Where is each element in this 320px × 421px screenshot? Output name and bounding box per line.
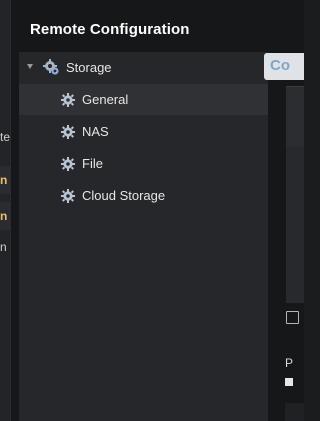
- tree-item-label: General: [82, 92, 129, 107]
- config-tree: Storage General NAS File Cloud Storage: [19, 52, 268, 421]
- config-tab[interactable]: Co: [264, 53, 304, 80]
- gear-icon: [61, 189, 75, 203]
- gear-icon: [61, 157, 75, 171]
- config-tab-label: Co: [270, 57, 290, 74]
- tree-item-label: File: [82, 156, 103, 171]
- expand-caret-icon[interactable]: [27, 64, 33, 69]
- config-content-panel: [286, 86, 304, 303]
- tree-item-general[interactable]: General: [19, 84, 268, 115]
- background-fragment: n: [0, 166, 10, 194]
- gear-icon: [61, 125, 75, 139]
- dialog-title: Remote Configuration: [30, 21, 190, 38]
- option-checkbox[interactable]: [286, 311, 299, 324]
- tree-item-cloud-storage[interactable]: Cloud Storage: [19, 180, 268, 211]
- tree-item-file[interactable]: File: [19, 148, 268, 179]
- bottom-bar: [285, 403, 304, 421]
- tree-item-label: Storage: [66, 60, 112, 75]
- storage-gear-icon: [43, 59, 59, 75]
- tree-item-storage[interactable]: Storage: [19, 52, 268, 83]
- remote-config-screen: te n n n Remote Configuration Storage Ge…: [0, 0, 304, 421]
- field-label: P: [285, 356, 294, 370]
- background-fragment: te: [0, 130, 10, 144]
- background-fragment: n: [0, 240, 7, 254]
- remote-configuration-dialog: Remote Configuration Storage General NAS…: [10, 0, 304, 421]
- gear-icon: [61, 93, 75, 107]
- tree-item-label: Cloud Storage: [82, 188, 166, 203]
- tree-item-label: NAS: [82, 124, 109, 139]
- background-app-strip: te n n n: [0, 0, 10, 421]
- slider-handle[interactable]: [285, 378, 293, 386]
- tree-item-nas[interactable]: NAS: [19, 116, 268, 147]
- background-fragment: n: [0, 202, 10, 230]
- config-content-inner: [286, 147, 304, 303]
